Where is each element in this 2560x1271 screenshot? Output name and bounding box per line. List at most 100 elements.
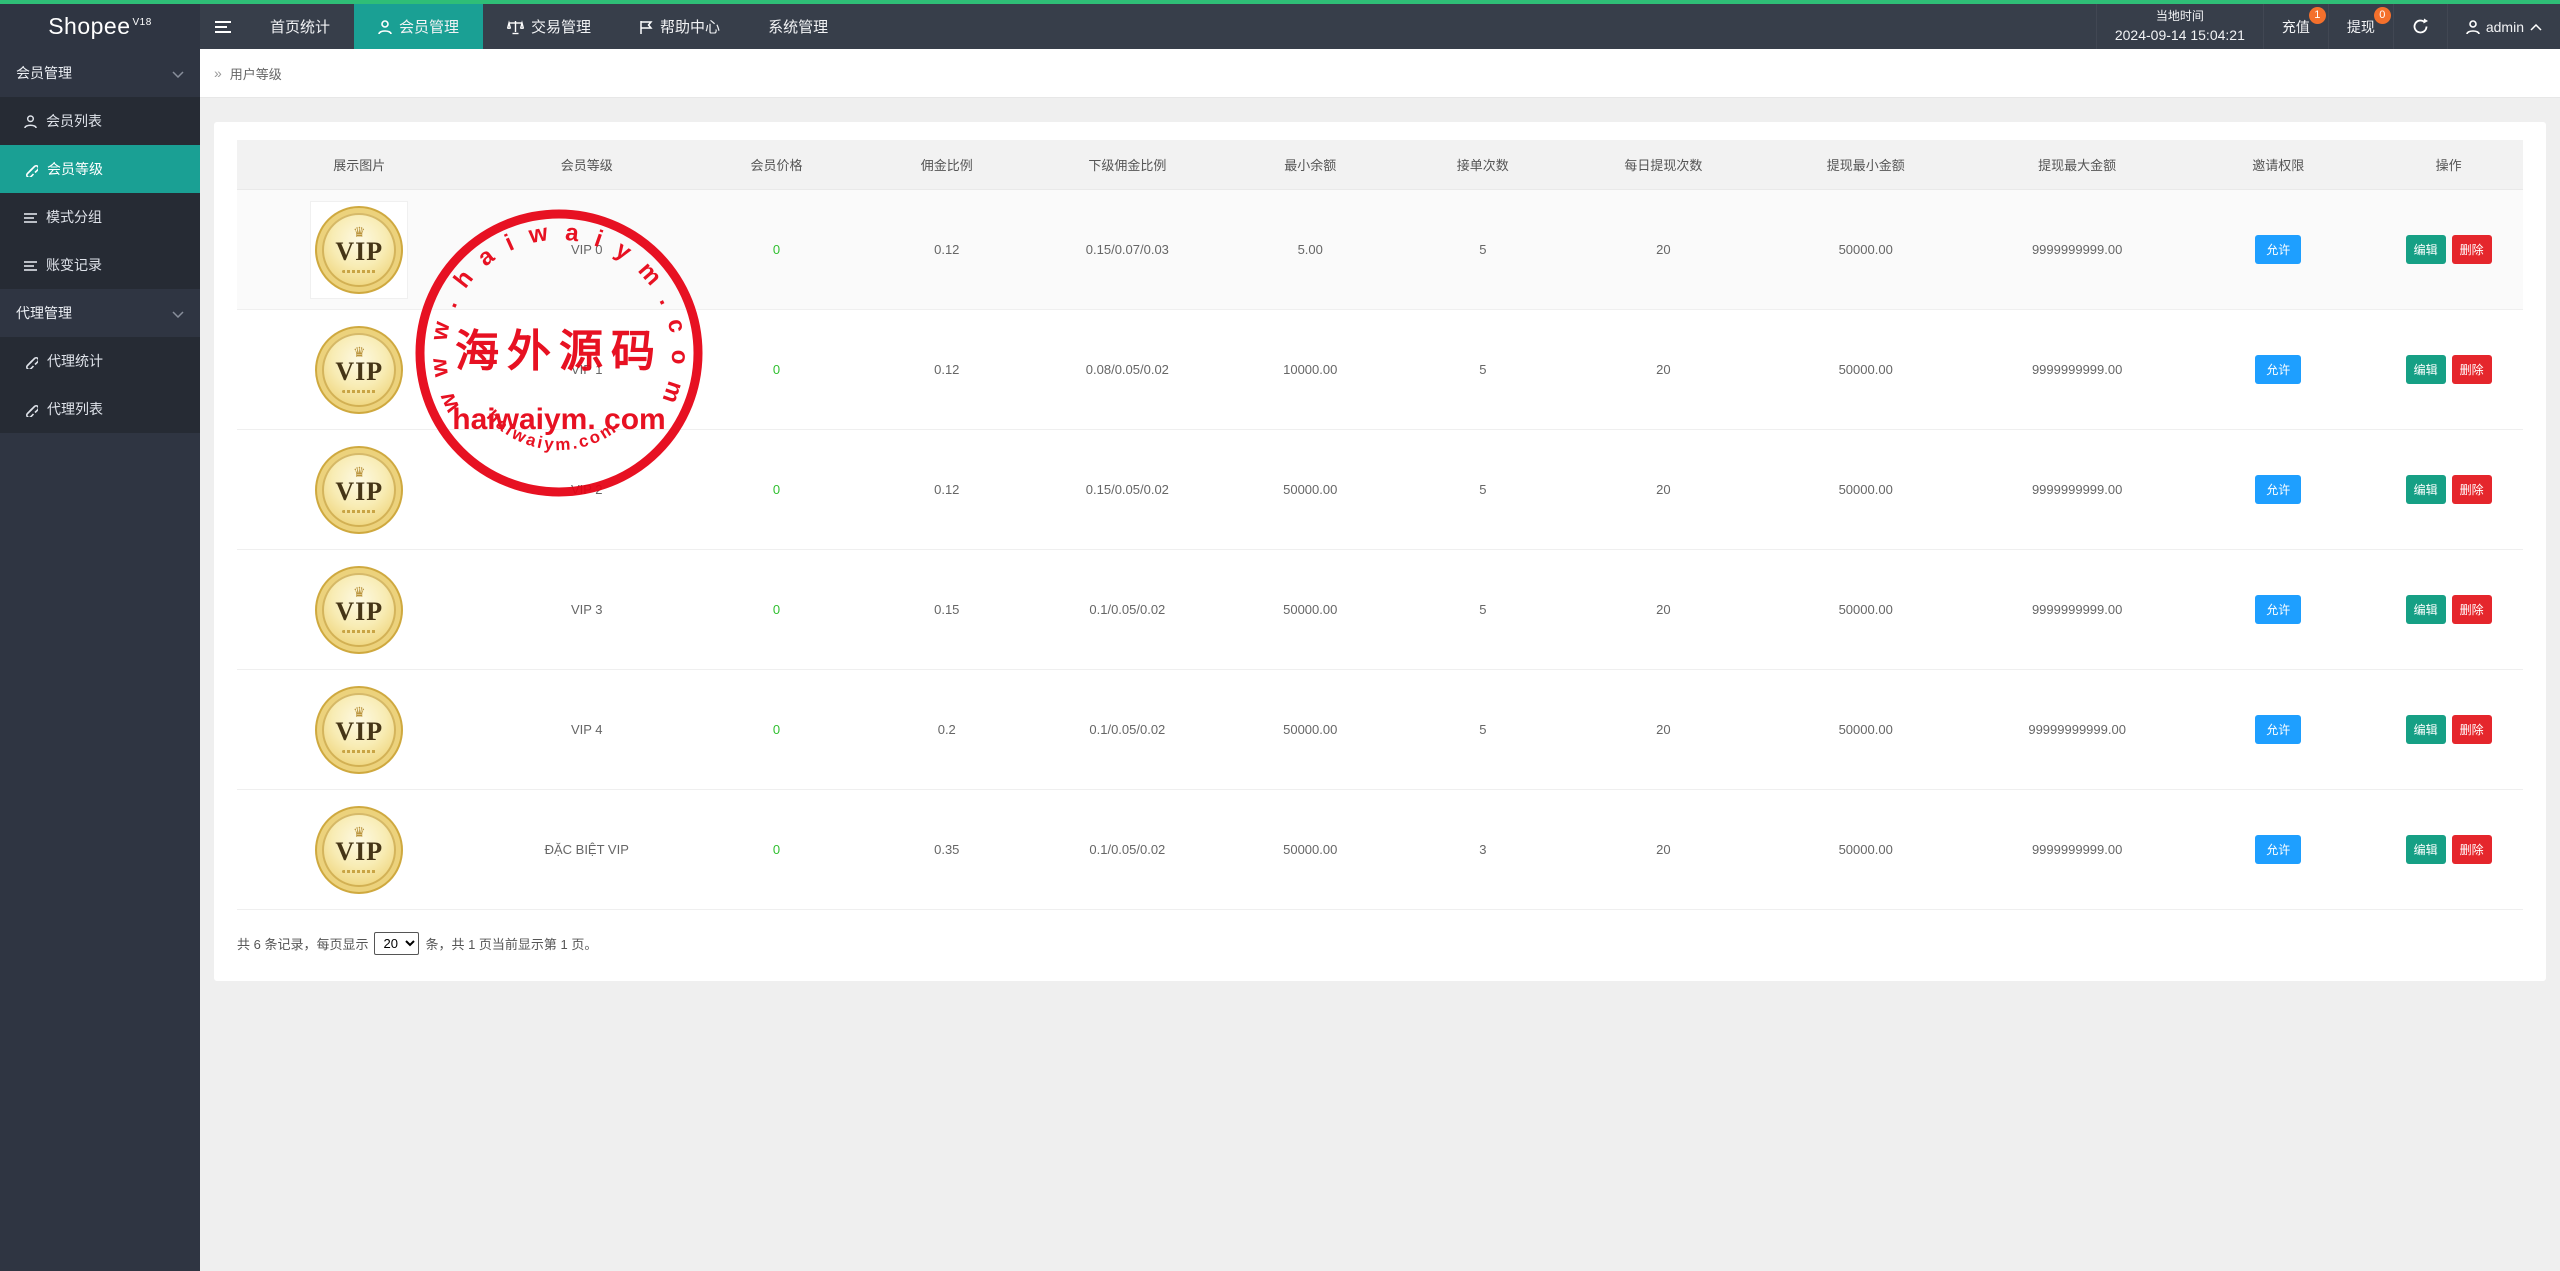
delete-button[interactable]: 删除 [2452,355,2492,384]
sidebar-item-agent-list[interactable]: 代理列表 [0,385,200,433]
breadcrumb: » 用户等级 [200,49,2560,98]
sidebar-submenu: 会员列表 会员等级 模式分组 账变记录 [0,97,200,289]
hamburger-menu-icon[interactable] [200,4,246,49]
cell-commission: 0.2 [861,722,1032,737]
logo-version: V18 [133,17,152,28]
vip-badge-image: ♛VIP [315,206,403,294]
delete-button[interactable]: 删除 [2452,475,2492,504]
display-image-cell: ♛VIP [237,442,482,538]
edit-button[interactable]: 编辑 [2406,715,2446,744]
chevron-down-icon [172,65,184,81]
table-row: ♛VIPVIP 000.120.15/0.07/0.035.0052050000… [237,190,2523,310]
cell-max-withdrawal: 9999999999.00 [1972,602,2182,617]
table-row: ♛VIPVIP 100.120.08/0.05/0.0210000.005205… [237,310,2523,430]
refresh-button[interactable] [2393,4,2447,49]
cell-sub-commission: 0.08/0.05/0.02 [1032,362,1222,377]
cell-orders: 5 [1398,362,1567,377]
table-card: 展示图片会员等级会员价格佣金比例下级佣金比例最小余额接单次数每日提现次数提现最小… [214,122,2546,981]
sidebar-group-agent-management[interactable]: 代理管理 [0,289,200,337]
user-icon [2466,18,2480,35]
column-header: 提现最大金额 [1972,155,2182,174]
sidebar-item-agent-stats[interactable]: 代理统计 [0,337,200,385]
recharge-button[interactable]: 充值 1 [2263,4,2328,49]
content-area: 展示图片会员等级会员价格佣金比例下级佣金比例最小余额接单次数每日提现次数提现最小… [200,98,2560,1271]
column-header: 下级佣金比例 [1032,155,1222,174]
table-body: ♛VIPVIP 000.120.15/0.07/0.035.0052050000… [237,190,2523,910]
list-icon [24,209,37,225]
cell-min-balance: 50000.00 [1222,722,1398,737]
cell-max-withdrawal: 9999999999.00 [1972,842,2182,857]
edit-button[interactable]: 编辑 [2406,475,2446,504]
nav-tab-home-stats[interactable]: 首页统计 [246,4,354,49]
column-header: 最小余额 [1222,155,1398,174]
scales-icon [507,18,524,35]
withdraw-badge: 0 [2374,7,2391,24]
column-header: 每日提现次数 [1567,155,1759,174]
logo-area[interactable]: ShopeeV18 [0,4,200,49]
nav-tab-label: 系统管理 [768,16,828,37]
cell-level: VIP 2 [482,482,692,497]
delete-button[interactable]: 删除 [2452,235,2492,264]
cell-commission: 0.12 [861,482,1032,497]
sidebar-item-label: 账变记录 [46,255,102,275]
sidebar-item-label: 代理列表 [47,399,103,419]
sidebar-group-member-management[interactable]: 会员管理 [0,49,200,97]
topbar: ShopeeV18 首页统计 会员管理 交易管理 帮助中心 系统管理 当地时间 … [0,4,2560,49]
column-header: 邀请权限 [2182,155,2374,174]
edit-button[interactable]: 编辑 [2406,355,2446,384]
cell-level: VIP 1 [482,362,692,377]
list-icon [24,257,37,273]
sidebar: 会员管理 会员列表 会员等级 模式分组 账变记录 代理管理 [0,49,200,1271]
display-image-cell: ♛VIP [237,322,482,418]
main-nav: 首页统计 会员管理 交易管理 帮助中心 系统管理 [246,4,852,49]
edit-button[interactable]: 编辑 [2406,235,2446,264]
chevron-down-icon [172,305,184,321]
cell-sub-commission: 0.1/0.05/0.02 [1032,842,1222,857]
cell-invite-permission: 允许 [2182,595,2374,624]
allow-invite-button[interactable]: 允许 [2255,355,2301,384]
allow-invite-button[interactable]: 允许 [2255,715,2301,744]
nav-tab-transaction-management[interactable]: 交易管理 [483,4,615,49]
cell-commission: 0.35 [861,842,1032,857]
cell-orders: 5 [1398,482,1567,497]
delete-button[interactable]: 删除 [2452,715,2492,744]
cell-daily-withdrawals: 20 [1567,362,1759,377]
cell-sub-commission: 0.15/0.05/0.02 [1032,482,1222,497]
allow-invite-button[interactable]: 允许 [2255,835,2301,864]
vip-levels-table: 展示图片会员等级会员价格佣金比例下级佣金比例最小余额接单次数每日提现次数提现最小… [237,140,2523,910]
nav-tab-help-center[interactable]: 帮助中心 [615,4,744,49]
sidebar-item-member-list[interactable]: 会员列表 [0,97,200,145]
chevron-up-icon [2530,19,2542,35]
page-size-select[interactable]: 20 [374,932,419,955]
flag-icon [639,18,653,35]
cell-actions: 编辑删除 [2374,595,2523,624]
cell-invite-permission: 允许 [2182,235,2374,264]
allow-invite-button[interactable]: 允许 [2255,475,2301,504]
vip-badge-image: ♛VIP [315,446,403,534]
user-menu[interactable]: admin [2447,4,2560,49]
withdraw-button[interactable]: 提现 0 [2328,4,2393,49]
sidebar-item-member-level[interactable]: 会员等级 [0,145,200,193]
nav-tab-member-management[interactable]: 会员管理 [354,4,483,49]
edit-button[interactable]: 编辑 [2406,835,2446,864]
user-icon [378,18,392,35]
edit-button[interactable]: 编辑 [2406,595,2446,624]
sidebar-item-balance-records[interactable]: 账变记录 [0,241,200,289]
topbar-right: 当地时间 2024-09-14 15:04:21 充值 1 提现 0 admin [2096,4,2560,49]
cell-actions: 编辑删除 [2374,835,2523,864]
nav-tab-system-management[interactable]: 系统管理 [744,4,852,49]
cell-daily-withdrawals: 20 [1567,722,1759,737]
cell-daily-withdrawals: 20 [1567,842,1759,857]
delete-button[interactable]: 删除 [2452,835,2492,864]
vip-badge-image: ♛VIP [315,566,403,654]
cell-commission: 0.15 [861,602,1032,617]
cell-invite-permission: 允许 [2182,715,2374,744]
pagination: 共 6 条记录，每页显示 20 条，共 1 页当前显示第 1 页。 [237,932,2523,955]
table-row: ♛VIPVIP 300.150.1/0.05/0.0250000.0052050… [237,550,2523,670]
sidebar-item-label: 模式分组 [46,207,102,227]
sidebar-item-mode-group[interactable]: 模式分组 [0,193,200,241]
allow-invite-button[interactable]: 允许 [2255,235,2301,264]
delete-button[interactable]: 删除 [2452,595,2492,624]
table-header-row: 展示图片会员等级会员价格佣金比例下级佣金比例最小余额接单次数每日提现次数提现最小… [237,140,2523,190]
allow-invite-button[interactable]: 允许 [2255,595,2301,624]
